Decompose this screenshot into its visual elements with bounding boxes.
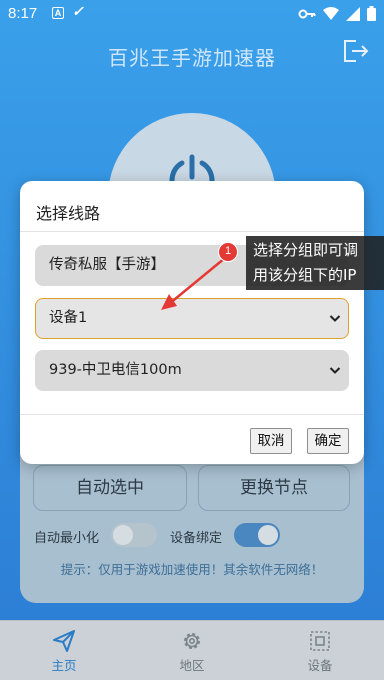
auto-minimize-toggle[interactable] (111, 523, 157, 547)
chevron-down-icon (329, 315, 341, 322)
cancel-button[interactable]: 取消 (250, 428, 292, 454)
tab-region-label: 地区 (179, 658, 205, 673)
step-badge: 1 (218, 242, 238, 262)
app-title: 百兆王手游加速器 (108, 46, 276, 70)
wifi-icon (323, 6, 339, 20)
group-select-value: 传奇私服【手游】 (49, 257, 165, 273)
dialog-divider (20, 231, 364, 232)
app-screen: 8:17 A ✓ 百兆王手游加速器 自动选中 更换节点 自动最小化 设备绑定 提… (0, 0, 384, 680)
tab-device[interactable]: 设备 (256, 621, 384, 680)
pointer-arrow-icon (161, 257, 226, 310)
select-line-dialog: 选择线路 传奇私服【手游】 设备1 939-中卫电信100m 取消 确定 (20, 181, 364, 464)
switch-node-button[interactable]: 更换节点 (198, 465, 350, 511)
line-select[interactable]: 939-中卫电信100m (35, 350, 349, 391)
dialog-title: 选择线路 (36, 204, 101, 223)
bottom-nav: 主页 地区 设备 (0, 620, 384, 680)
status-bar: 8:17 A ✓ (0, 0, 384, 28)
status-time: 8:17 (8, 5, 38, 22)
vpn-key-icon (298, 9, 316, 18)
hint-tooltip: 选择分组即可调 用该分组下的IP (246, 236, 384, 290)
gear-icon (184, 633, 200, 649)
tab-home-label: 主页 (51, 658, 77, 673)
device-select-value: 设备1 (49, 310, 88, 326)
tab-region[interactable]: 地区 (128, 621, 256, 680)
device-icon (310, 631, 330, 651)
device-bind-label: 设备绑定 (170, 531, 223, 546)
ok-button[interactable]: 确定 (307, 428, 349, 454)
tooltip-line-2: 用该分组下的IP (253, 266, 357, 284)
usage-tip: 提示：仅用于游戏加速使用！其余软件无网络！ (60, 562, 324, 577)
device-bind-toggle[interactable] (234, 523, 280, 547)
auto-minimize-label: 自动最小化 (34, 531, 100, 546)
logout-icon[interactable] (342, 38, 370, 64)
notification-v-icon: ✓ (72, 3, 84, 19)
dialog-divider (20, 414, 364, 415)
tooltip-line-1: 选择分组即可调 (253, 241, 359, 259)
send-icon (53, 630, 75, 652)
tab-home[interactable]: 主页 (0, 621, 128, 680)
tab-device-label: 设备 (307, 658, 333, 673)
battery-icon (367, 6, 376, 21)
line-select-value: 939-中卫电信100m (49, 362, 182, 378)
signal-icon (346, 6, 360, 21)
chevron-down-icon (329, 367, 341, 374)
auto-select-button[interactable]: 自动选中 (33, 465, 187, 511)
notification-a-icon: A (52, 7, 64, 19)
